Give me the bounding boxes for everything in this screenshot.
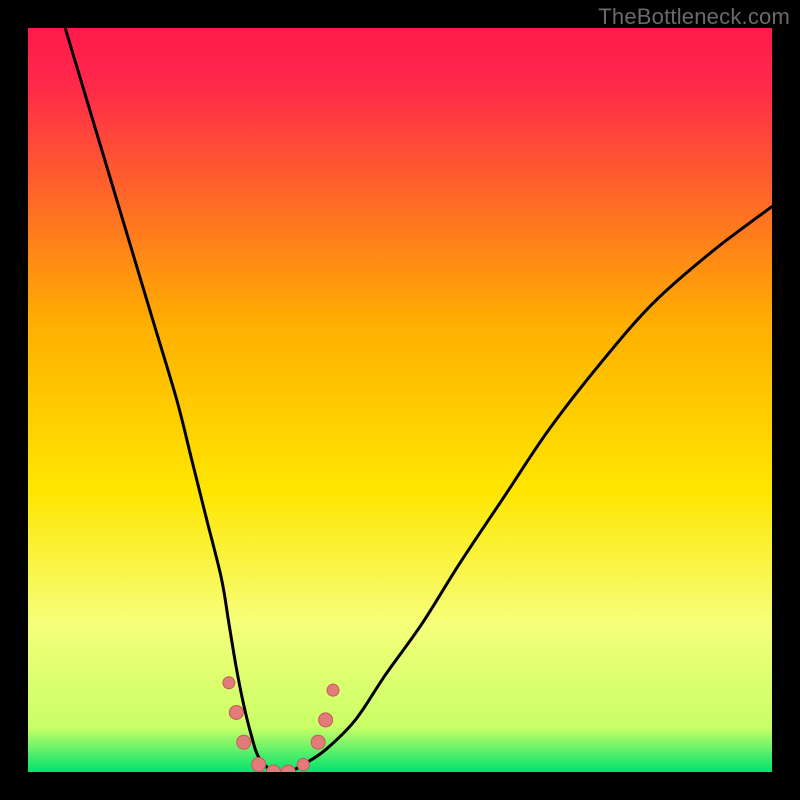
curve-marker — [327, 684, 339, 696]
curve-marker — [319, 713, 333, 727]
curve-marker — [229, 705, 243, 719]
curve-marker — [311, 735, 325, 749]
plot-area — [28, 28, 772, 772]
chart-frame: TheBottleneck.com — [0, 0, 800, 800]
watermark-text: TheBottleneck.com — [598, 4, 790, 30]
curve-marker — [252, 758, 266, 772]
curve-marker — [237, 735, 251, 749]
bottleneck-chart — [28, 28, 772, 772]
curve-marker — [297, 759, 309, 771]
curve-marker — [223, 677, 235, 689]
gradient-background — [28, 28, 772, 772]
